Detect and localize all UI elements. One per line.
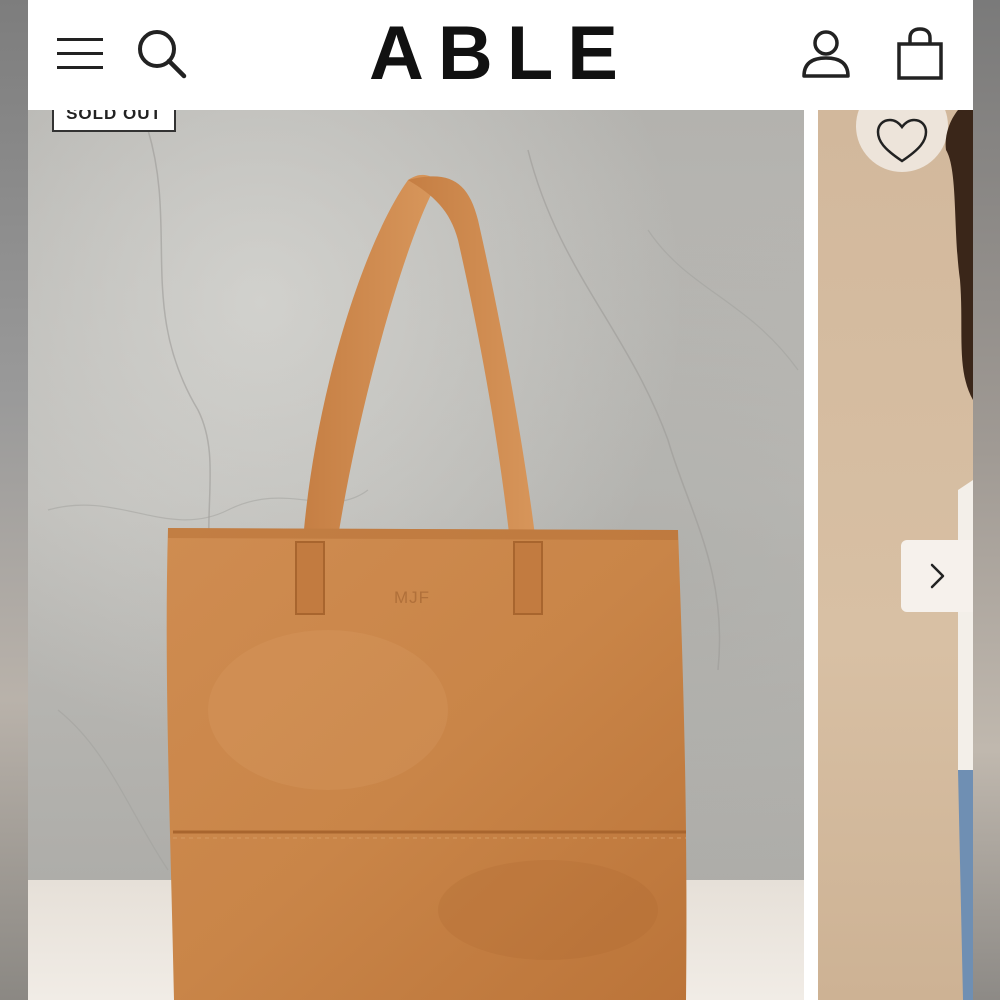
tote-bag-illustration: [166, 174, 687, 1000]
blurred-background-right: [973, 0, 1000, 1000]
carousel-next-button[interactable]: [901, 540, 973, 612]
strap-tab-left: [295, 541, 325, 615]
site-header: ABLE: [28, 0, 973, 110]
product-page: ABLE MJF SOLD OUT: [28, 0, 973, 1000]
blurred-background-left: [0, 0, 28, 1000]
shopping-bag-icon: [897, 27, 943, 80]
embossed-initials: MJF: [394, 588, 431, 607]
slide-gap: [804, 110, 818, 1000]
product-image-slide[interactable]: MJF SOLD OUT: [28, 110, 804, 1000]
account-icon: [802, 30, 850, 78]
strap-tab-right: [513, 541, 543, 615]
account-button[interactable]: [794, 22, 858, 86]
chevron-right-icon: [930, 563, 945, 589]
sold-out-badge: SOLD OUT: [52, 110, 176, 132]
cart-button[interactable]: [888, 22, 952, 86]
